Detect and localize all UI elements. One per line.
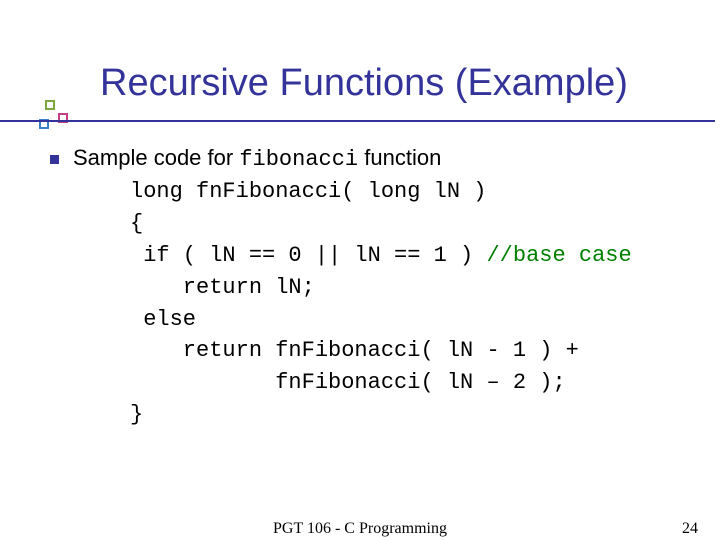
lead-prefix: Sample code for [73, 145, 239, 170]
code-line-1: long fnFibonacci( long lN ) [130, 179, 486, 204]
lead-suffix: function [358, 145, 441, 170]
code-comment: //base case [486, 243, 631, 268]
footer-page-number: 24 [682, 520, 698, 538]
lead-text: Sample code for fibonacci function [73, 145, 441, 172]
title-underline [0, 120, 715, 122]
footer-course: PGT 106 - C Programming [273, 520, 447, 538]
slide-body: Sample code for fibonacci function long … [50, 145, 700, 431]
code-line-4: return lN; [130, 275, 315, 300]
code-line-3a: if ( lN == 0 || lN == 1 ) [130, 243, 486, 268]
lead-mono: fibonacci [239, 147, 358, 172]
code-line-5: else [130, 307, 196, 332]
code-block: long fnFibonacci( long lN ) { if ( lN ==… [130, 176, 700, 431]
bullet-icon [50, 155, 59, 164]
code-line-7: fnFibonacci( lN – 2 ); [130, 370, 566, 395]
slide-title: Recursive Functions (Example) [100, 62, 710, 105]
code-line-2: { [130, 211, 143, 236]
accent-square-green [45, 100, 55, 110]
code-line-6: return fnFibonacci( lN - 1 ) + [130, 338, 579, 363]
bullet-row: Sample code for fibonacci function [50, 145, 700, 172]
code-line-8: } [130, 402, 143, 427]
slide-title-wrap: Recursive Functions (Example) [100, 62, 710, 105]
